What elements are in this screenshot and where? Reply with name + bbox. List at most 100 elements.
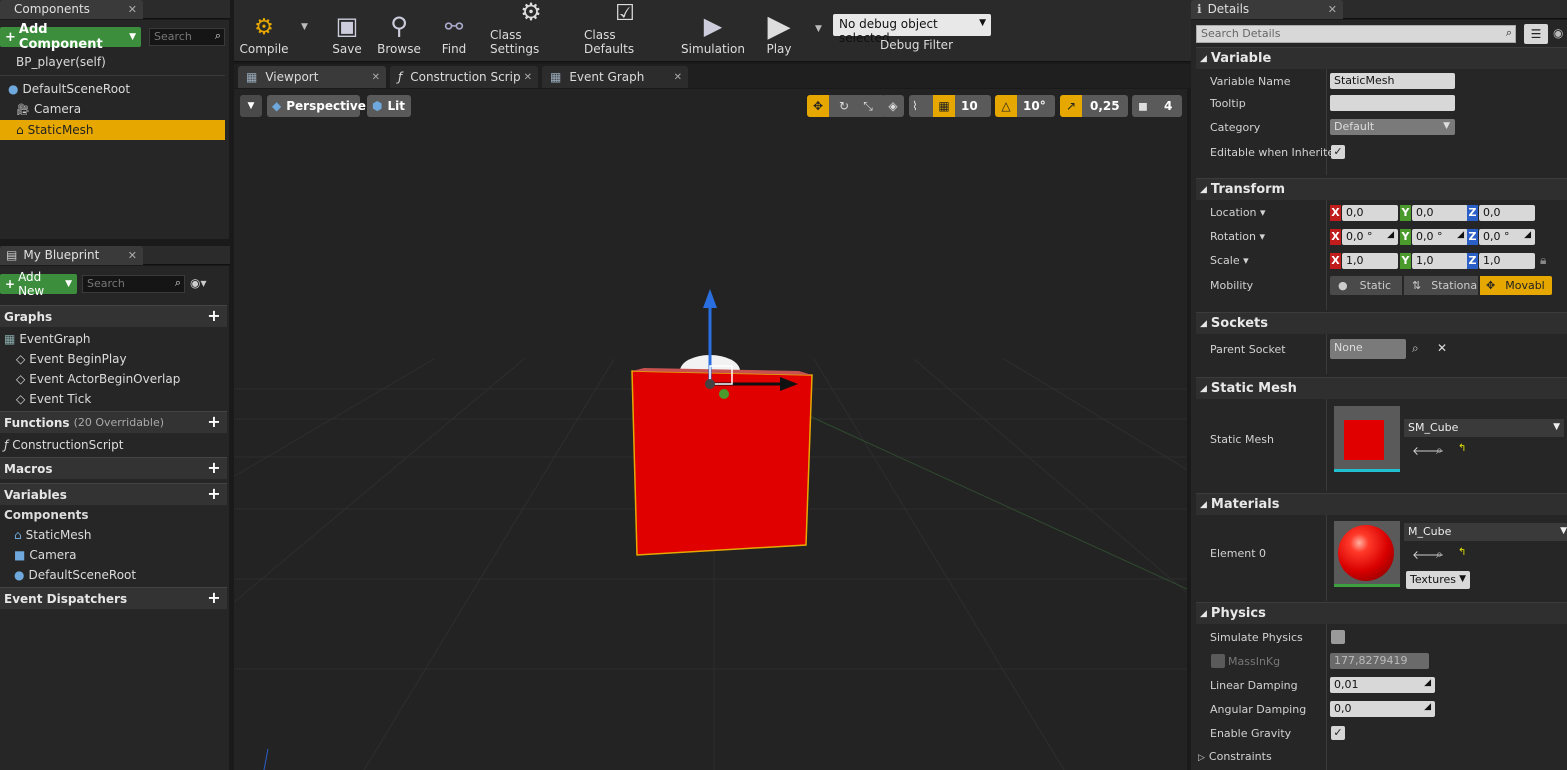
transform-section[interactable]: ◢ Transform [1196,178,1567,200]
material-select[interactable]: M_Cube ▼ [1404,523,1567,541]
rotation-y-input[interactable]: 0,0 ° ◢ [1412,229,1468,245]
variable-item[interactable]: ● DefaultSceneRoot [0,565,136,585]
macros-section[interactable]: Macros + [0,457,227,479]
variable-section[interactable]: ◢ Variable [1196,47,1567,69]
static-mesh-section[interactable]: ◢ Static Mesh [1196,377,1567,399]
scale-snap-group[interactable]: ↗ 0,25 [1060,95,1128,117]
compile-options-chevron-icon[interactable]: ▼ [301,22,308,32]
functions-section[interactable]: Functions (20 Overridable) + [0,411,227,433]
rotation-label[interactable]: Rotation ▾ [1210,230,1265,243]
mobility-movable-option[interactable]: ✥ Movabl [1480,276,1552,295]
lit-button[interactable]: ⬢ Lit [367,95,411,117]
sockets-section[interactable]: ◢ Sockets [1196,312,1567,334]
location-z-input[interactable]: 0,0 [1479,205,1535,221]
event-item[interactable]: ◇ Event BeginPlay [0,349,127,369]
browse-button[interactable]: ⚲ Browse [376,0,422,60]
location-label[interactable]: Location ▾ [1210,206,1266,219]
enable-gravity-checkbox[interactable]: ✓ [1331,726,1345,740]
mobility-stationary-option[interactable]: ⇅ Stationa [1404,276,1478,295]
add-component-button[interactable]: + Add Component ▼ [0,22,141,52]
add-graph-icon[interactable]: + [207,308,221,324]
grid-icon[interactable]: ▦ [933,95,955,117]
rotate-icon[interactable]: ↻ [833,95,855,117]
debug-object-select[interactable]: No debug object selected ▼ [833,14,991,45]
static-mesh-select[interactable]: SM_Cube ▼ [1404,419,1564,437]
scale-x-input[interactable]: 1,0 [1342,253,1398,269]
tree-item-staticmesh[interactable]: ⌂ StaticMesh [0,120,225,140]
surface-snap-icon[interactable]: ⌇ [912,95,918,117]
angular-damping-input[interactable]: 0,0 ◢ [1330,701,1435,717]
event-graph-item[interactable]: ▦ EventGraph [0,329,91,349]
material-thumbnail[interactable] [1334,521,1400,587]
close-icon[interactable]: ✕ [524,72,532,83]
blueprint-search-input[interactable]: Search ⌕ [82,275,185,293]
variables-section[interactable]: Variables + [0,483,227,505]
close-icon[interactable]: ✕ [128,249,137,262]
variable-item[interactable]: ■ Camera [0,545,76,565]
add-variable-icon[interactable]: + [207,486,221,502]
textures-dropdown[interactable]: Textures ▼ [1406,571,1470,589]
rotation-snap-group[interactable]: △ 10° [995,95,1055,117]
event-item[interactable]: ◇ Event Tick [0,389,91,409]
tab-viewport[interactable]: ▦ Viewport ✕ [238,66,386,88]
mass-override-checkbox[interactable] [1211,654,1225,668]
class-settings-button[interactable]: ⚙ Class Settings [490,0,572,60]
perspective-button[interactable]: ◆ Perspective [267,95,366,117]
editable-inherited-checkbox[interactable]: ✓ [1331,145,1345,159]
simulate-physics-checkbox[interactable] [1331,630,1345,644]
translate-icon[interactable]: ✥ [807,95,829,117]
find-button[interactable]: ⚯ Find [436,0,472,60]
mobility-static-option[interactable]: ● Static [1330,276,1402,295]
tree-item-camera[interactable]: 🎥︎ Camera [0,99,81,119]
camera-speed-group[interactable]: ◼ 4 [1132,95,1182,117]
browse-asset-icon[interactable]: ⌕ [1436,547,1443,562]
angle-icon[interactable]: △ [995,95,1017,117]
simulation-button[interactable]: ▶ Simulation [681,0,745,60]
browse-asset-icon[interactable]: ⌕ [1436,443,1443,458]
tab-event-graph[interactable]: ▦ Event Graph ✕ [542,66,688,88]
class-defaults-button[interactable]: ☑ Class Defaults [584,0,666,60]
tree-item-defaultsceneroot[interactable]: ● DefaultSceneRoot [0,79,130,99]
details-tab[interactable]: ℹ Details ✕ [1191,0,1343,19]
lock-icon[interactable]: 🔒︎ [1540,253,1546,268]
rotation-z-input[interactable]: 0,0 ° ◢ [1479,229,1535,245]
scale-icon[interactable]: ⤡ [857,95,879,117]
event-item[interactable]: ◇ Event ActorBeginOverlap [0,369,180,389]
components-tab[interactable]: Components ✕ [0,0,143,19]
variable-name-input[interactable]: StaticMesh [1330,73,1455,89]
compile-button[interactable]: ⚙ Compile [239,0,288,60]
self-item[interactable]: BP_player(self) [0,52,106,72]
add-dispatcher-icon[interactable]: + [207,590,221,606]
reset-icon[interactable]: ↰ [1458,547,1466,558]
physics-section[interactable]: ◢ Physics [1196,602,1567,624]
location-y-input[interactable]: 0,0 [1412,205,1468,221]
transform-gizmo[interactable] [694,284,814,404]
close-icon[interactable]: ✕ [128,3,137,16]
tooltip-input[interactable] [1330,95,1455,111]
category-select[interactable]: Default ▼ [1330,119,1455,135]
location-x-input[interactable]: 0,0 [1342,205,1398,221]
materials-section[interactable]: ◢ Materials [1196,493,1567,515]
close-icon[interactable]: ✕ [1328,3,1337,16]
graphs-section[interactable]: Graphs + [0,305,227,327]
viewport[interactable]: ▼ ◆ Perspective ⬢ Lit ✥ ↻ ⤡ ◈ ⌇ ▦ 10 △ 1… [234,89,1187,770]
scale-snap-icon[interactable]: ↗ [1060,95,1082,117]
add-function-icon[interactable]: + [207,414,221,430]
play-options-chevron-icon[interactable]: ▼ [815,24,822,34]
close-icon[interactable]: ✕ [372,72,380,83]
eye-icon[interactable]: ◉▾ [190,276,207,290]
view-options-icon[interactable]: ☰ [1524,24,1548,44]
grid-snap-group[interactable]: ⌇ ▦ 10 [909,95,991,117]
add-new-button[interactable]: + Add New ▼ [0,270,77,298]
myblueprint-tab[interactable]: ▤ My Blueprint ✕ [0,245,143,265]
play-button[interactable]: ▶ Play [758,0,800,60]
eye-icon[interactable]: ◉ [1553,26,1563,40]
scale-y-input[interactable]: 1,0 [1412,253,1468,269]
world-local-icon[interactable]: ◈ [882,95,904,117]
tab-construction-script[interactable]: ƒ Construction Scrip ✕ [390,66,538,88]
close-icon[interactable]: ✕ [674,72,682,83]
viewport-options-button[interactable]: ▼ [240,95,262,117]
constraints-row[interactable]: ▷ Constraints [1198,750,1272,763]
save-button[interactable]: ▣ Save [328,0,366,60]
parent-socket-input[interactable]: None [1330,339,1406,359]
